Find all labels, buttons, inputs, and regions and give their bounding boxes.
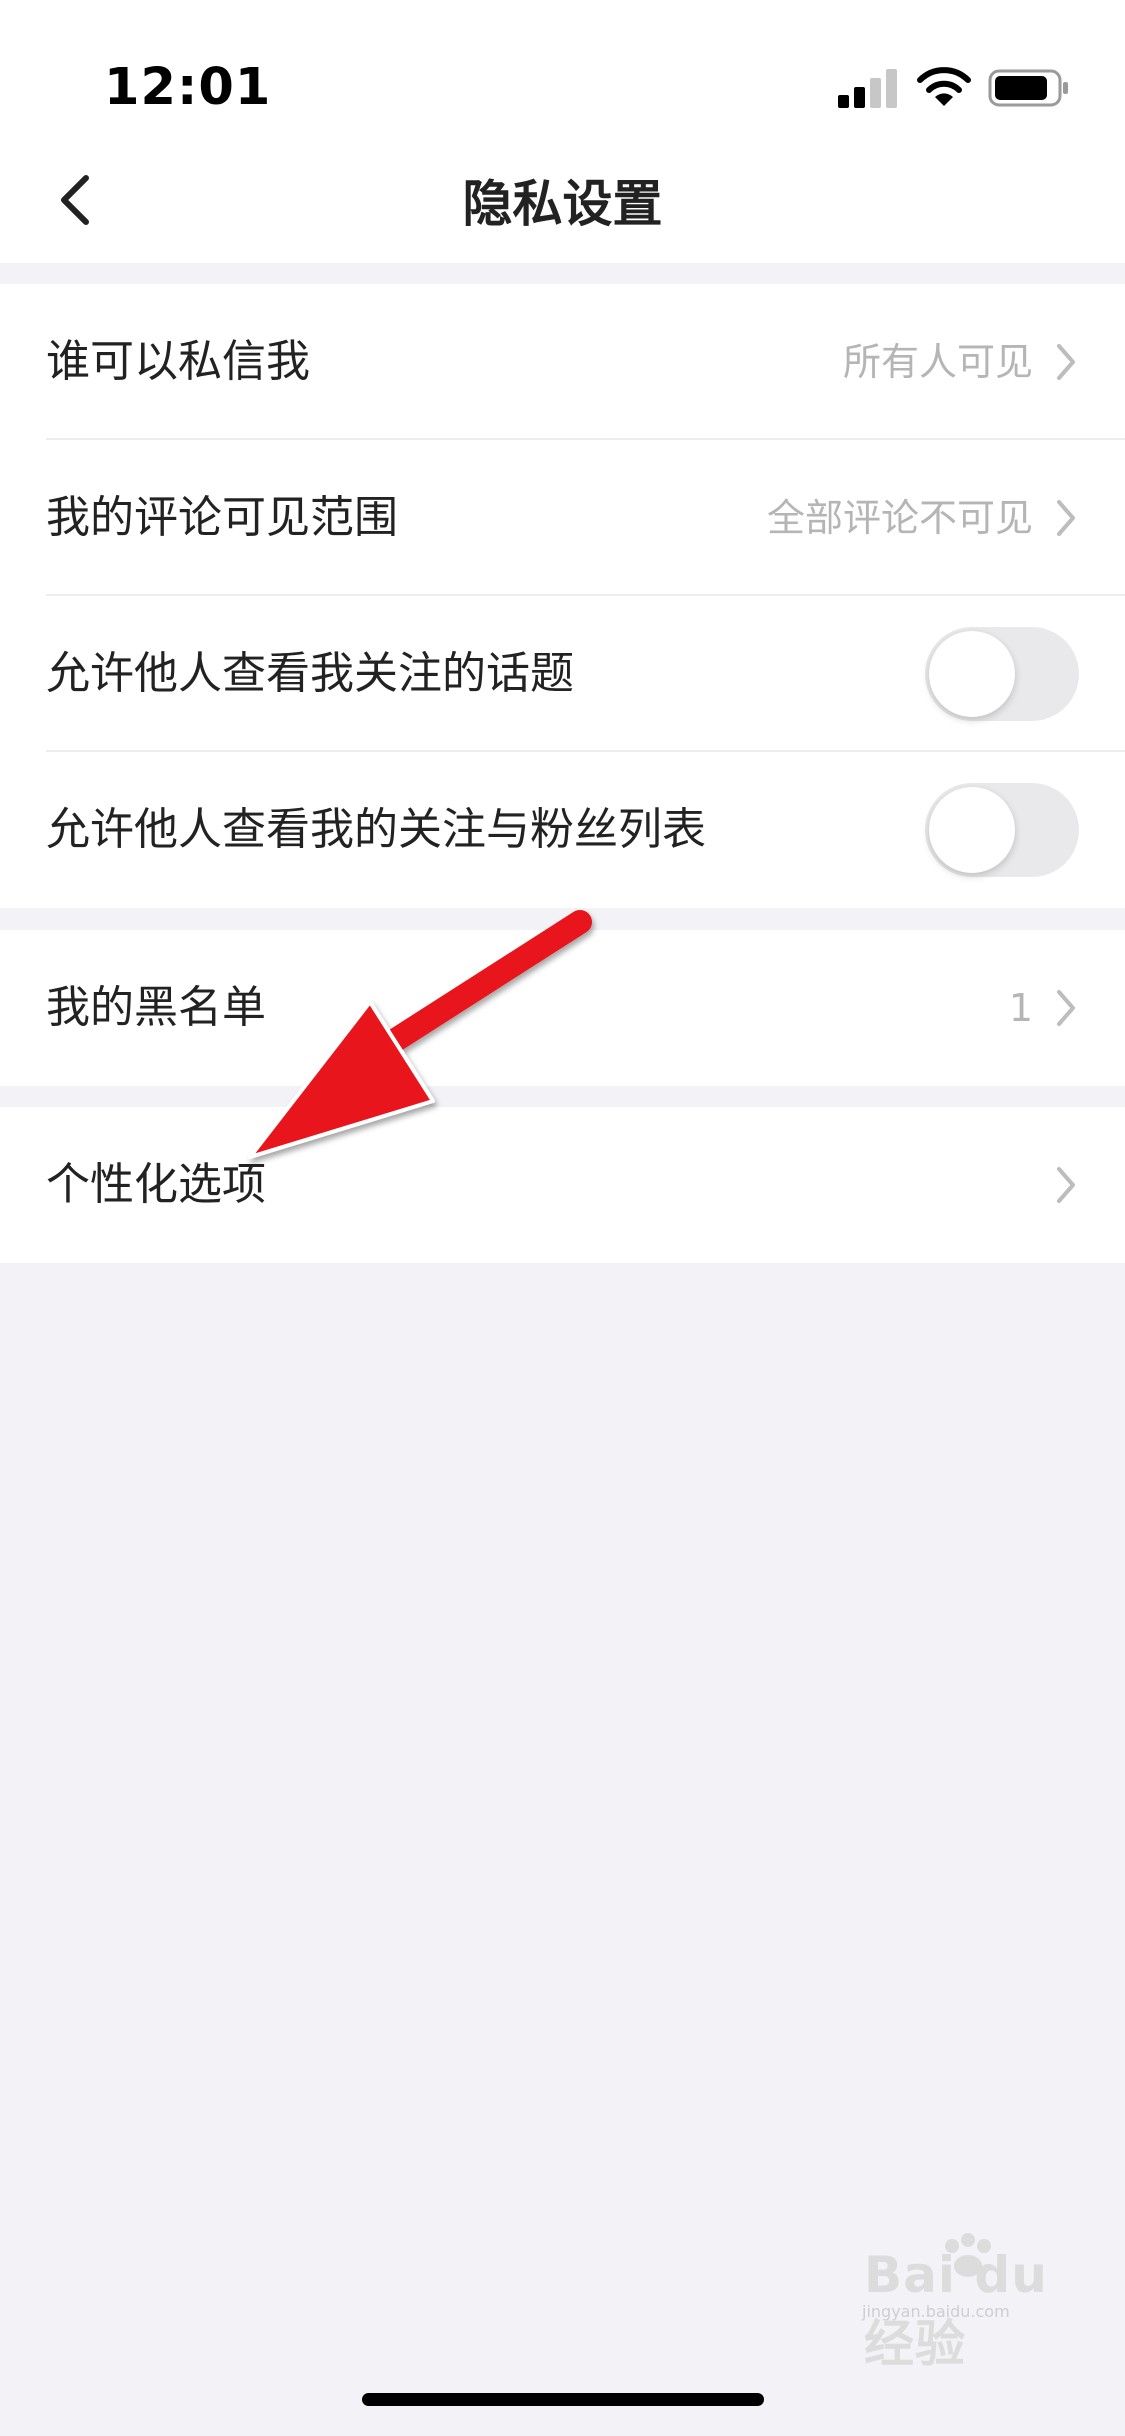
blacklist-group: 我的黑名单 1 <box>0 930 1125 1086</box>
row-value: 所有人可见 <box>842 340 1033 384</box>
watermark-url: jingyan.baidu.com <box>862 2302 1010 2321</box>
battery-icon <box>988 69 1068 107</box>
chevron-right-icon <box>1057 500 1075 536</box>
baidu-watermark: Bai du 经验 jingyan.baidu.com <box>858 2232 1098 2373</box>
personalization-group: 个性化选项 <box>0 1107 1125 1263</box>
row-label: 允许他人查看我关注的话题 <box>46 648 574 699</box>
status-time: 12:01 <box>104 58 272 117</box>
chevron-right-icon <box>1057 344 1075 380</box>
row-comment-visibility[interactable]: 我的评论可见范围 全部评论不可见 <box>0 440 1125 596</box>
chevron-right-icon <box>1057 1167 1075 1203</box>
home-indicator <box>362 2393 764 2406</box>
cellular-signal-icon <box>838 69 897 108</box>
paw-icon <box>945 2233 991 2277</box>
privacy-settings-group: 谁可以私信我 所有人可见 我的评论可见范围 全部评论不可见 允许他人查看我关注的… <box>0 284 1125 908</box>
status-bar: 12:01 <box>0 0 1125 150</box>
row-label: 谁可以私信我 <box>46 336 310 387</box>
row-label: 我的黑名单 <box>46 982 266 1033</box>
row-label: 我的评论可见范围 <box>46 492 398 543</box>
toggle-knob <box>929 787 1015 873</box>
row-label: 个性化选项 <box>46 1159 266 1210</box>
followed-topics-toggle[interactable] <box>925 627 1079 721</box>
row-blacklist[interactable]: 我的黑名单 1 <box>0 930 1125 1086</box>
blacklist-count: 1 <box>1008 986 1033 1030</box>
follow-fans-list-toggle[interactable] <box>925 783 1079 877</box>
row-personalization[interactable]: 个性化选项 <box>0 1107 1125 1263</box>
row-direct-message[interactable]: 谁可以私信我 所有人可见 <box>0 284 1125 440</box>
page-title: 隐私设置 <box>462 175 663 233</box>
chevron-right-icon <box>1057 990 1075 1026</box>
row-label: 允许他人查看我的关注与粉丝列表 <box>46 804 706 855</box>
toggle-knob <box>929 631 1015 717</box>
row-value: 全部评论不可见 <box>766 496 1033 540</box>
row-follow-fans-list: 允许他人查看我的关注与粉丝列表 <box>0 752 1125 908</box>
header-area: 12:01 隐私设置 <box>0 0 1125 263</box>
navigation-bar: 隐私设置 <box>0 150 1125 263</box>
wifi-icon <box>917 67 971 106</box>
row-followed-topics: 允许他人查看我关注的话题 <box>0 596 1125 752</box>
